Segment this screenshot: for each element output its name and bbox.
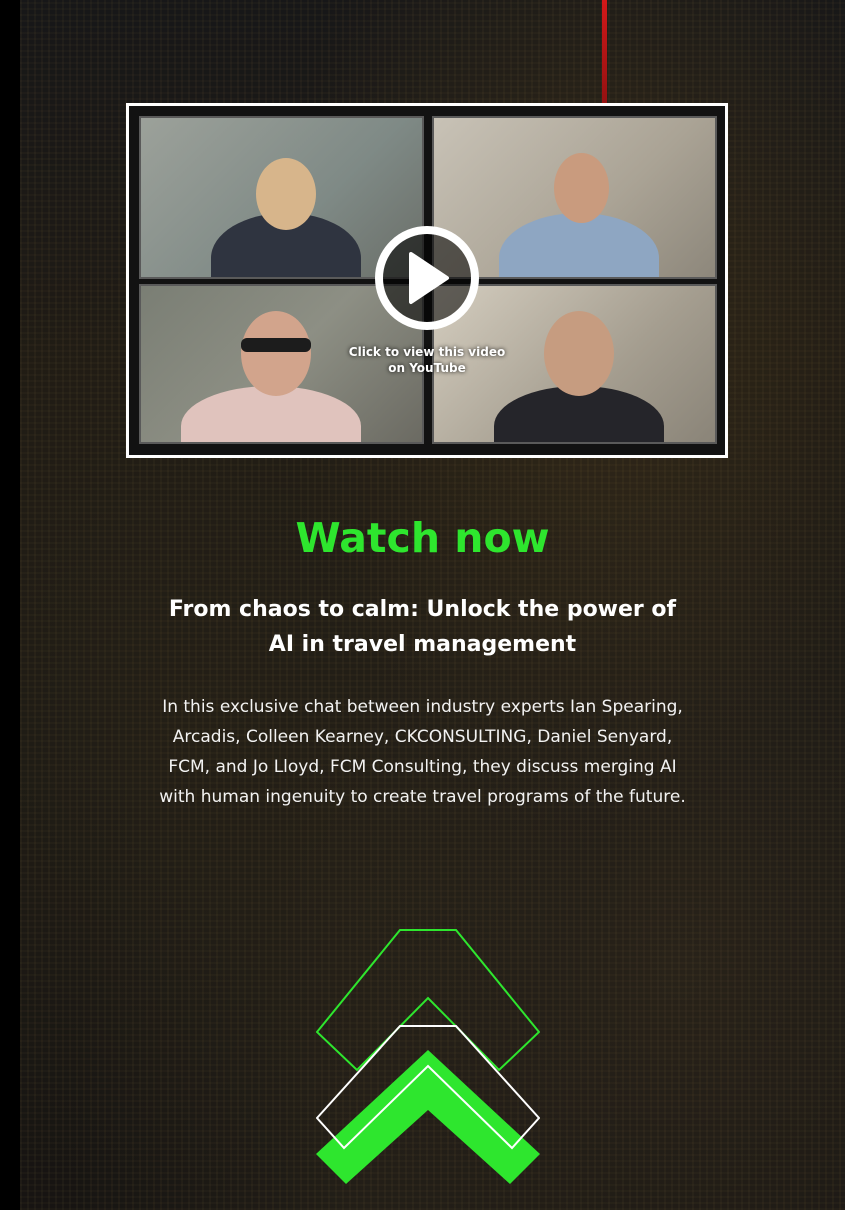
- play-button[interactable]: [375, 226, 479, 330]
- video-participant-tile-2: [432, 116, 717, 279]
- webinar-title: From chaos to calm: Unlock the power of …: [168, 597, 677, 657]
- youtube-video-thumbnail[interactable]: Click to view this video on YouTube: [126, 103, 728, 458]
- double-chevron-up-icon: [316, 929, 540, 1184]
- webinar-description: In this exclusive chat between industry …: [159, 697, 686, 807]
- page: Click to view this video on YouTube Watc…: [0, 0, 845, 1210]
- antenna-spire: [602, 0, 607, 120]
- watch-now-heading: Watch now: [295, 514, 550, 562]
- video-caption[interactable]: Click to view this video on YouTube: [347, 344, 507, 376]
- play-icon: [409, 252, 449, 304]
